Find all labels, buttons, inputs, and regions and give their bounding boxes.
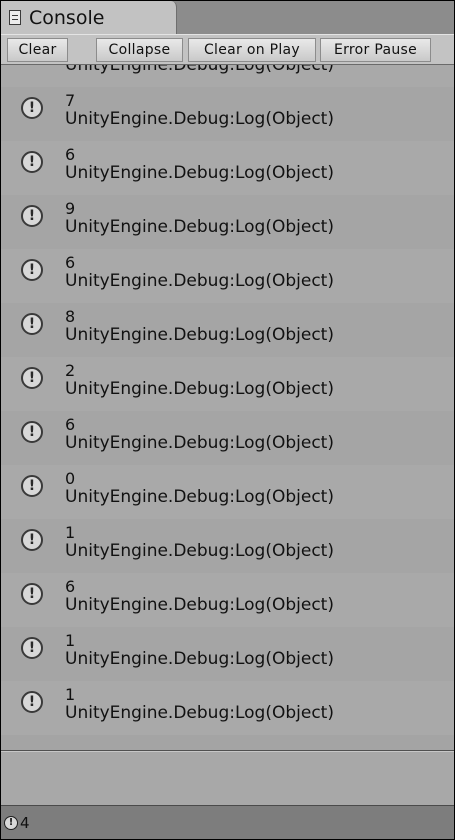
console-window: Console Clear Collapse Clear on Play Err… [0,0,455,840]
info-exclamation-icon: ! [21,583,43,605]
log-message: UnityEngine.Debug:Log(Object) [65,703,334,723]
log-entry[interactable]: ! 6 UnityEngine.Debug:Log(Object) [1,65,454,87]
log-message: UnityEngine.Debug:Log(Object) [65,163,334,183]
console-toolbar: Clear Collapse Clear on Play Error Pause [1,34,454,65]
log-message: UnityEngine.Debug:Log(Object) [65,65,334,75]
info-exclamation-icon: ! [21,97,43,119]
log-message: UnityEngine.Debug:Log(Object) [65,595,334,615]
log-message: UnityEngine.Debug:Log(Object) [65,649,334,669]
log-entry[interactable]: ! 2 UnityEngine.Debug:Log(Object) [1,357,454,411]
log-message: UnityEngine.Debug:Log(Object) [65,541,334,561]
info-exclamation-icon: ! [21,637,43,659]
log-entry[interactable]: ! 8 UnityEngine.Debug:Log(Object) [1,303,454,357]
info-exclamation-icon: ! [21,475,43,497]
log-message: UnityEngine.Debug:Log(Object) [65,271,334,291]
log-message: UnityEngine.Debug:Log(Object) [65,217,334,237]
log-entry[interactable]: ! 6 UnityEngine.Debug:Log(Object) [1,141,454,195]
log-detail-pane[interactable] [1,751,454,805]
info-exclamation-icon: ! [21,151,43,173]
log-entry[interactable]: ! 7 UnityEngine.Debug:Log(Object) [1,87,454,141]
log-entry[interactable]: ! 6 UnityEngine.Debug:Log(Object) [1,249,454,303]
tab-strip: Console [1,1,454,34]
console-document-icon [9,10,21,25]
info-exclamation-icon: ! [21,421,43,443]
clear-on-play-toggle[interactable]: Clear on Play [188,38,316,62]
log-entry[interactable]: ! 9 UnityEngine.Debug:Log(Object) [1,195,454,249]
info-exclamation-icon: ! [21,367,43,389]
log-entry[interactable]: ! 1 UnityEngine.Debug:Log(Object) [1,627,454,681]
log-entry[interactable]: ! 6 UnityEngine.Debug:Log(Object) [1,573,454,627]
log-entry[interactable]: ! 0 UnityEngine.Debug:Log(Object) [1,465,454,519]
tab-console[interactable]: Console [1,1,177,34]
status-bar: ! 4 [1,805,454,839]
log-message: UnityEngine.Debug:Log(Object) [65,487,334,507]
log-entry[interactable]: ! 1 UnityEngine.Debug:Log(Object) [1,681,454,735]
info-exclamation-icon: ! [4,815,18,830]
log-entry[interactable]: ! 1 UnityEngine.Debug:Log(Object) [1,519,454,573]
log-message: UnityEngine.Debug:Log(Object) [65,325,334,345]
log-message: UnityEngine.Debug:Log(Object) [65,109,334,129]
info-exclamation-icon: ! [21,313,43,335]
status-message-count: 4 [20,813,30,832]
log-message: UnityEngine.Debug:Log(Object) [65,379,334,399]
tab-title: Console [29,6,105,29]
error-pause-toggle[interactable]: Error Pause [320,38,431,62]
log-list[interactable]: ! 6 UnityEngine.Debug:Log(Object) ! 7 Un… [1,65,454,751]
log-message: UnityEngine.Debug:Log(Object) [65,433,334,453]
info-exclamation-icon: ! [21,529,43,551]
clear-button[interactable]: Clear [7,38,68,62]
collapse-toggle[interactable]: Collapse [96,38,183,62]
info-exclamation-icon: ! [21,259,43,281]
info-exclamation-icon: ! [21,205,43,227]
log-entry[interactable]: ! 6 UnityEngine.Debug:Log(Object) [1,411,454,465]
info-exclamation-icon: ! [21,691,43,713]
